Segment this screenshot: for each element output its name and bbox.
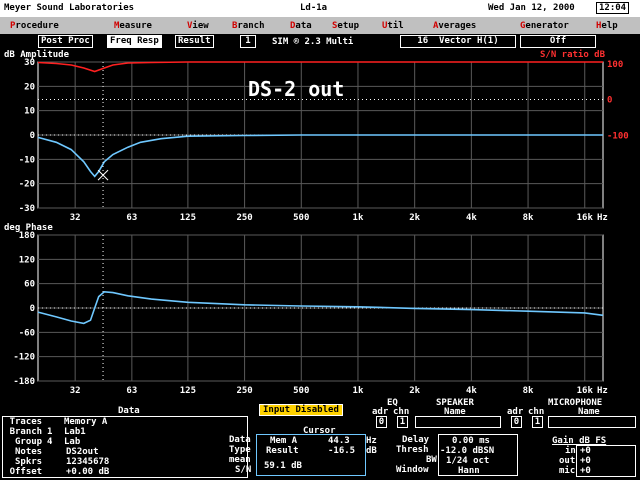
gain-out-label: out [559, 456, 576, 466]
eq-adr-field[interactable]: 0 [376, 416, 387, 428]
data-row-label: Branch [9, 427, 43, 437]
phase-xtick: 8k [523, 386, 534, 396]
sn-ytick: -100 [607, 131, 629, 141]
amp-xtick: 63 [126, 213, 137, 223]
gain-in-label: in [565, 446, 576, 456]
mic-name-field[interactable] [548, 416, 636, 428]
phase-xtick: 63 [126, 386, 137, 396]
phase-ylabel: deg Phase [4, 223, 53, 233]
amp-ytick: 30 [24, 58, 35, 68]
sn-trace [37, 61, 603, 73]
phase-ytick: -180 [13, 377, 35, 387]
data-row-value[interactable]: Lab [64, 437, 80, 447]
cursor-freq-value: 44.3 [328, 436, 350, 446]
cursor-db-unit: dB [366, 446, 377, 456]
phase-xtick: 250 [236, 386, 252, 396]
eq-chn-field[interactable]: 1 [397, 416, 408, 428]
data-row-value[interactable]: Memory A [64, 417, 107, 427]
amp-ytick: -30 [19, 204, 35, 214]
amp-xtick: 1k [353, 213, 364, 223]
mic-chn-field[interactable]: 1 [532, 416, 543, 428]
data-row-value[interactable]: Lab1 [64, 427, 86, 437]
gain-out-value[interactable]: +0 [580, 456, 591, 466]
phase-ytick: 0 [30, 304, 35, 314]
amp-xtick: 125 [180, 213, 196, 223]
amp-xtick: 250 [236, 213, 252, 223]
delay-value[interactable]: 0.00 ms [452, 436, 490, 446]
data-row-label: Group [15, 437, 43, 447]
amp-xtick: 500 [293, 213, 309, 223]
phase-xtick: 2k [409, 386, 420, 396]
amp-xtick: 8k [523, 213, 534, 223]
window-label: Window [396, 465, 429, 475]
data-row-label: Notes [15, 447, 43, 457]
window-value[interactable]: Hann [458, 466, 480, 476]
cursor-sn-value: 59.1 dB [264, 461, 302, 471]
amp-ytick: 0 [30, 131, 35, 141]
amp-hz-label: Hz [597, 213, 608, 223]
thresh-value[interactable]: -12.0 dBSN [440, 446, 494, 456]
data-row-label: Offset [9, 467, 43, 477]
data-row-value[interactable]: +0.00 dB [66, 467, 109, 477]
phase-hz-label: Hz [597, 386, 608, 396]
data-row-label: Traces [9, 417, 43, 427]
cursor-data-value: Mem A [270, 436, 298, 446]
cursor-sn-label: S/N [235, 465, 252, 475]
sn-ytick: 0 [607, 95, 612, 105]
phase-ytick: 60 [24, 280, 35, 290]
phase-xtick: 4k [466, 386, 477, 396]
speaker-name-field[interactable] [415, 416, 501, 428]
phase-xtick: 32 [70, 386, 81, 396]
cursor-mean-label: mean [229, 455, 251, 465]
gain-mic-label: mic [559, 466, 576, 476]
amp-xtick: 2k [409, 213, 420, 223]
cursor-db-value: -16.5 [328, 446, 356, 456]
cursor-freq-unit: Hz [366, 436, 377, 446]
phase-xtick: 1k [353, 386, 364, 396]
amp-ytick: -10 [19, 155, 35, 165]
bw-label: BW [426, 455, 437, 465]
phase-xtick: 125 [180, 386, 196, 396]
data-row-value[interactable]: DS2out [66, 447, 99, 457]
delay-label: Delay [402, 435, 430, 445]
input-disabled-badge: Input Disabled [259, 404, 343, 416]
cursor-type-label: Type [229, 445, 251, 455]
phase-xtick: 16k [577, 386, 594, 396]
amplitude-trace [37, 134, 603, 178]
phase-ytick: 120 [19, 255, 35, 265]
data-row-label: Spkrs [15, 457, 43, 467]
phase-ytick: -120 [13, 353, 35, 363]
sn-ytick: 100 [607, 60, 623, 70]
thresh-label: Thresh [396, 445, 429, 455]
cursor-data-label: Data [229, 435, 251, 445]
data-row-index: 4 [47, 437, 53, 447]
amp-xtick: 32 [70, 213, 81, 223]
phase-xtick: 500 [293, 386, 309, 396]
amp-ytick: 20 [24, 82, 35, 92]
amp-xtick: 4k [466, 213, 477, 223]
amp-ytick: 10 [24, 107, 35, 117]
amp-xtick: 16k [577, 213, 594, 223]
amp-ytick: -20 [19, 180, 35, 190]
data-row-index: 1 [47, 427, 53, 437]
gain-mic-value[interactable]: +0 [580, 466, 591, 476]
data-row-value[interactable]: 12345678 [66, 457, 109, 467]
phase-ytick: -60 [19, 328, 35, 338]
cursor-type-value: Result [266, 446, 299, 456]
data-panel-title: Data [118, 406, 140, 416]
amp-annotation: DS-2 out [248, 77, 344, 101]
gain-in-value[interactable]: +0 [580, 446, 591, 456]
bw-value[interactable]: 1/24 oct [446, 456, 489, 466]
mic-adr-field[interactable]: 0 [511, 416, 522, 428]
